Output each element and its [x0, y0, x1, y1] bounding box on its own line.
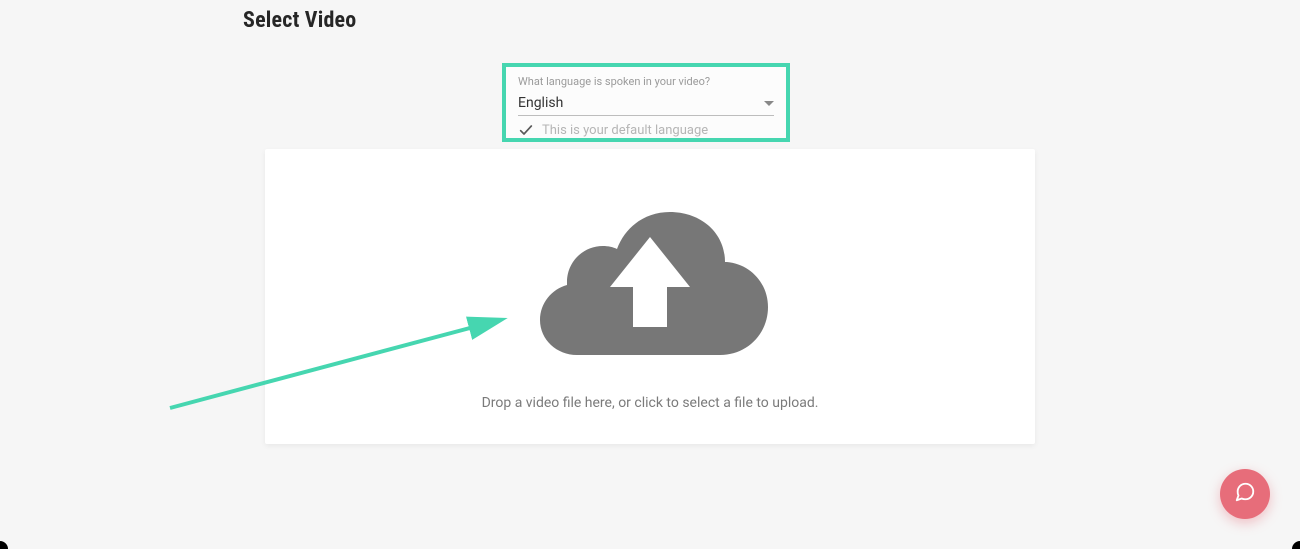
help-chat-button[interactable]: [1220, 469, 1270, 519]
dropzone-instruction: Drop a video file here, or click to sele…: [482, 395, 819, 411]
page-title: Select Video: [243, 8, 356, 33]
default-language-note: This is your default language: [518, 122, 774, 138]
language-question-label: What language is spoken in your video?: [518, 75, 774, 89]
video-dropzone[interactable]: Drop a video file here, or click to sele…: [265, 149, 1035, 444]
chevron-down-icon: [764, 101, 774, 106]
frame-corner: [1292, 541, 1300, 549]
frame-corner: [0, 541, 8, 549]
chat-bubble-icon: [1234, 481, 1256, 507]
default-language-text: This is your default language: [542, 123, 708, 138]
language-selected-value: English: [518, 95, 563, 111]
check-icon: [518, 122, 534, 138]
language-select[interactable]: English: [518, 91, 774, 116]
cloud-upload-icon: [525, 187, 775, 357]
language-panel: What language is spoken in your video? E…: [502, 63, 790, 142]
